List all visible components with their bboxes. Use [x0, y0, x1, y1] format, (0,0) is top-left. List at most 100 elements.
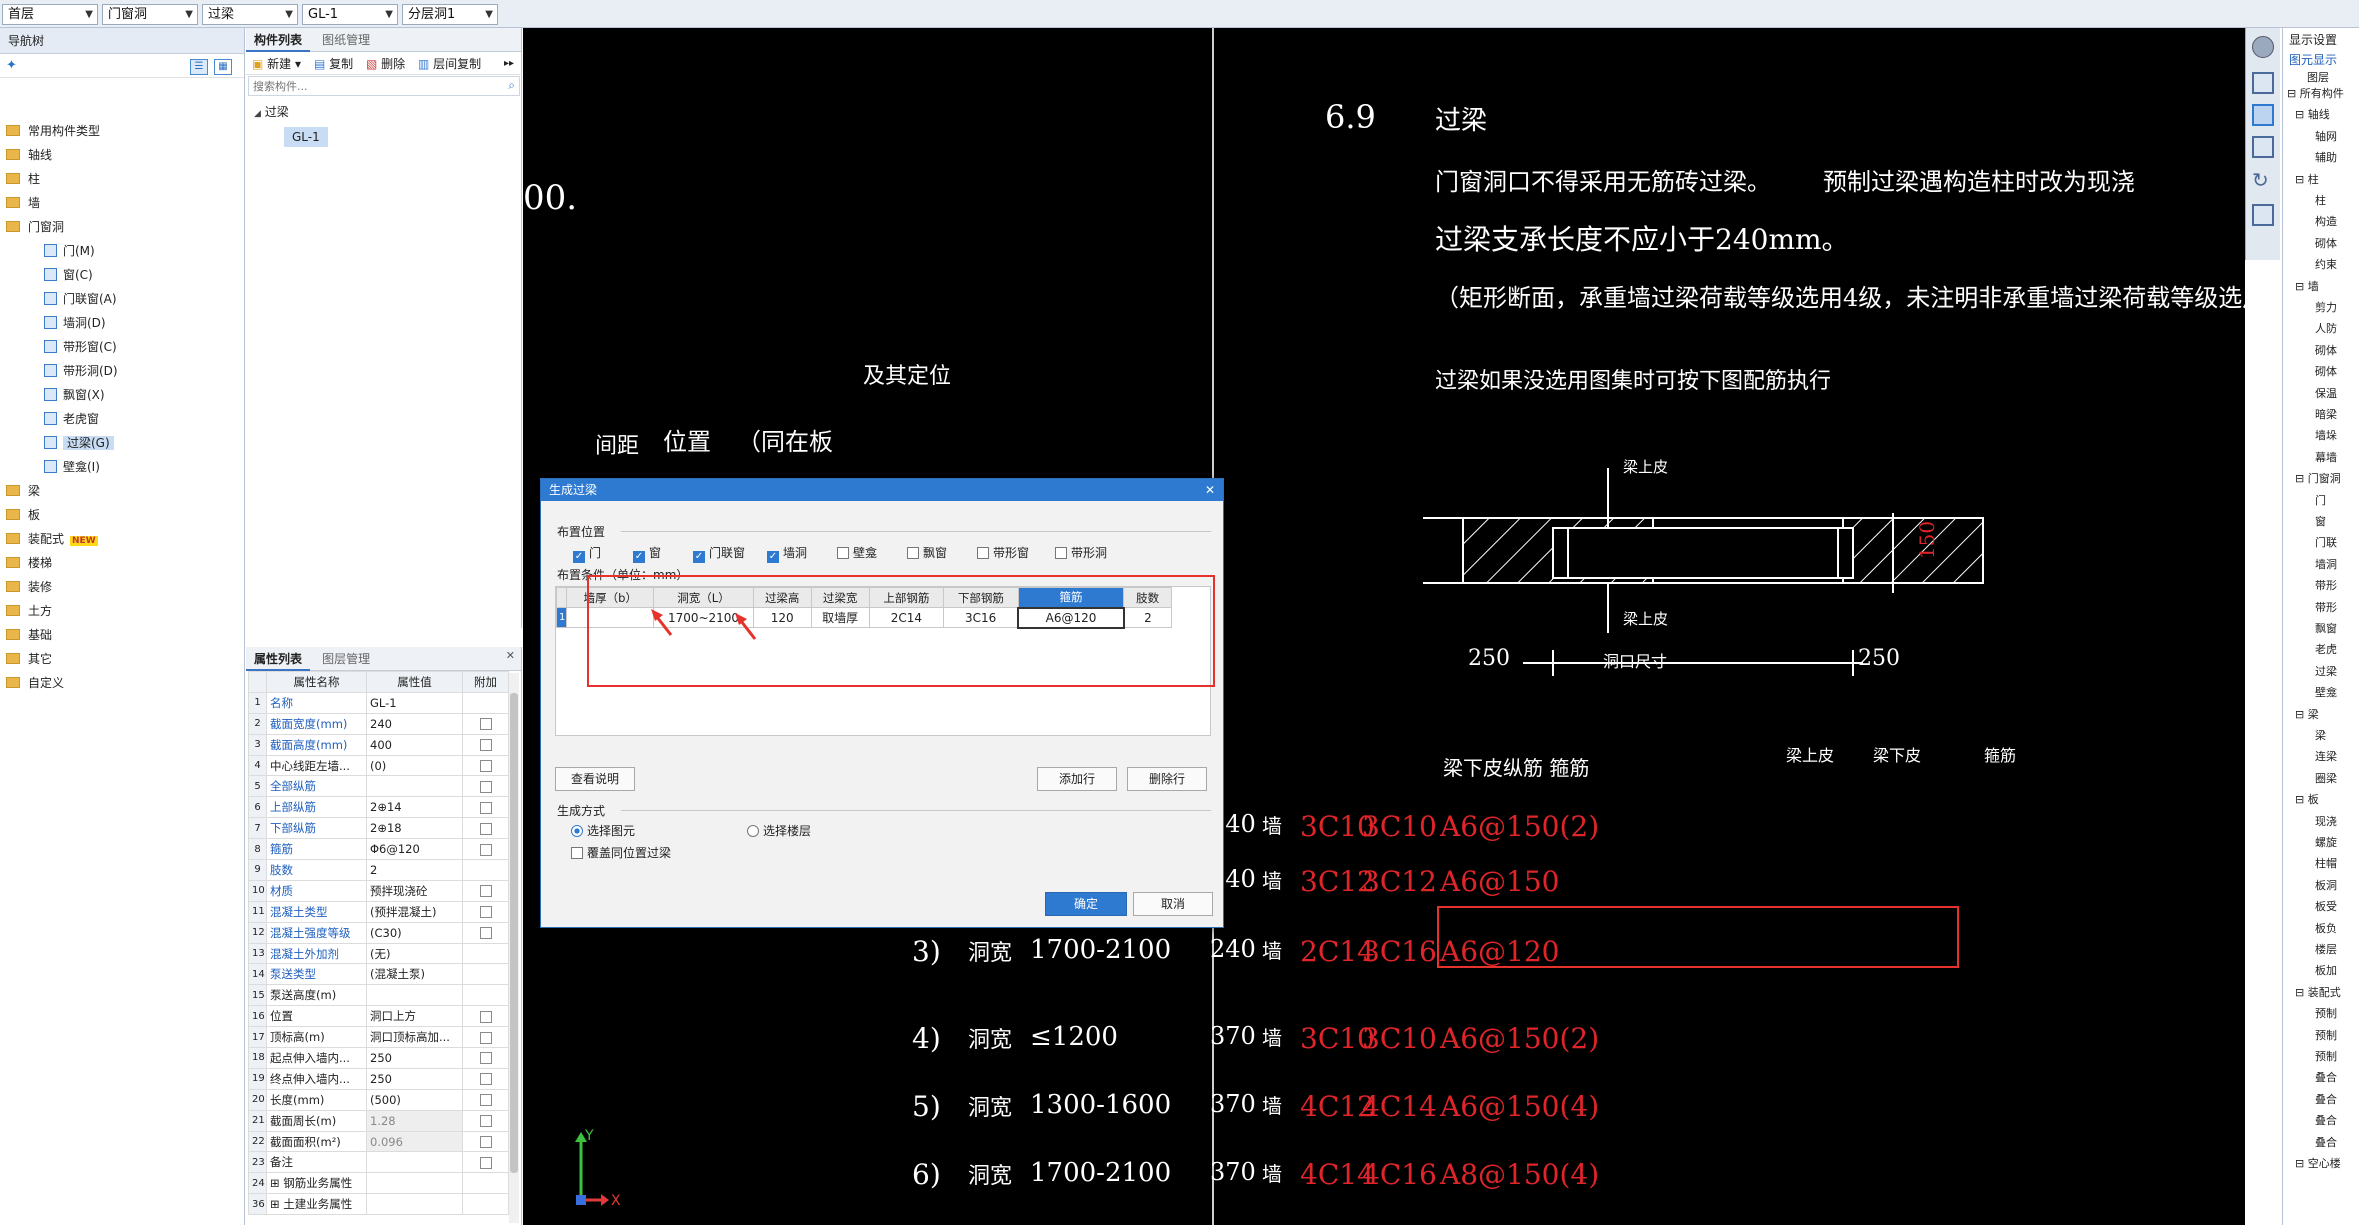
floor-copy-button[interactable]: ▥ 层间复制	[418, 53, 481, 75]
tab-element-display[interactable]: 图元显示	[2289, 52, 2337, 68]
view-top-icon[interactable]	[2252, 104, 2274, 126]
nav-item[interactable]: 门窗洞	[6, 216, 64, 238]
property-value[interactable]: 预拌现浇砼	[366, 879, 463, 902]
property-row[interactable]: 15 泵送高度(m)	[248, 984, 509, 1007]
layer-item[interactable]: 预制	[2315, 1028, 2337, 1044]
floor-select[interactable]: 首层 ▼	[2, 4, 98, 25]
layer-item[interactable]: 墙垛	[2315, 428, 2337, 444]
position-option[interactable]: 飘窗	[907, 546, 947, 560]
property-row[interactable]: 1 名称 GL-1	[248, 691, 509, 714]
property-row[interactable]: 11 混凝土类型 (预拌混凝土)	[248, 900, 509, 923]
property-row[interactable]: 24 ⊞ 钢筋业务属性	[248, 1172, 509, 1195]
position-option[interactable]: 带形洞	[1055, 546, 1107, 560]
tab-layer-manage[interactable]: 图层管理	[314, 647, 378, 671]
nav-item[interactable]: 带形洞(D)	[44, 360, 118, 382]
property-value[interactable]	[366, 775, 463, 798]
layer-item[interactable]: 螺旋	[2315, 835, 2337, 851]
layer-item[interactable]: 柱	[2315, 193, 2326, 209]
layer-item[interactable]: 门	[2315, 493, 2326, 509]
collapse-icon[interactable]: ⊟	[2295, 280, 2308, 293]
collapse-icon[interactable]: ⊟	[2295, 472, 2308, 485]
component-select[interactable]: GL-1 ▼	[302, 4, 398, 25]
property-row[interactable]: 2 截面宽度(mm) 240	[248, 712, 509, 735]
property-value[interactable]: Φ6@120	[366, 838, 463, 861]
property-value[interactable]: 1.28	[366, 1109, 463, 1132]
property-value[interactable]: 250	[366, 1067, 463, 1090]
checkbox-icon[interactable]	[479, 739, 492, 752]
property-value[interactable]: 2⊕18	[366, 817, 463, 840]
property-row[interactable]: 8 箍筋 Φ6@120	[248, 838, 509, 861]
collapse-icon[interactable]: ⊟	[2295, 108, 2308, 121]
nav-item[interactable]: 门联窗(A)	[44, 288, 117, 310]
property-row[interactable]: 16 位置 洞口上方	[248, 1005, 509, 1028]
layer-item[interactable]: 梁	[2315, 728, 2326, 744]
property-value[interactable]: (C30)	[366, 921, 463, 944]
position-option[interactable]: ✓ 门联窗	[693, 546, 745, 563]
nav-item[interactable]: 常用构件类型	[6, 120, 100, 142]
property-value[interactable]: (混凝土泵)	[366, 963, 463, 986]
layer-item[interactable]: 柱帽	[2315, 856, 2337, 872]
layer-item[interactable]: 带形	[2315, 578, 2337, 594]
layer-item[interactable]: 预制	[2315, 1006, 2337, 1022]
layer-item[interactable]: ⊟ 轴线	[2295, 107, 2330, 123]
property-value[interactable]: (500)	[366, 1088, 463, 1111]
layer-item[interactable]: 带形	[2315, 600, 2337, 616]
tab-component-list[interactable]: 构件列表	[246, 28, 311, 52]
checkbox-icon[interactable]	[479, 1031, 492, 1044]
collapse-icon[interactable]: ◢	[254, 109, 261, 119]
nav-item[interactable]: 带形窗(C)	[44, 336, 117, 358]
property-scrollbar[interactable]	[509, 673, 519, 1223]
nav-item[interactable]: 飘窗(X)	[44, 384, 105, 406]
more-icon[interactable]: ▸▸	[504, 53, 514, 75]
checkbox-icon[interactable]	[479, 1010, 492, 1023]
checkbox-icon[interactable]	[479, 760, 492, 772]
expand-icon[interactable]: ⊞	[270, 1197, 283, 1211]
collapse-icon[interactable]: ⊟	[2295, 173, 2308, 186]
layer-item[interactable]: 叠合	[2315, 1135, 2337, 1151]
property-row[interactable]: 21 截面周长(m) 1.28	[248, 1109, 509, 1132]
checkbox-icon[interactable]	[479, 1115, 492, 1128]
layer-item[interactable]: ⊟ 柱	[2295, 172, 2319, 188]
collapse-icon[interactable]: ⊟	[2295, 793, 2308, 806]
layer-item[interactable]: ⊟ 梁	[2295, 707, 2319, 723]
layer-item[interactable]: 轴网	[2315, 129, 2337, 145]
nav-item[interactable]: 壁龛(I)	[44, 456, 100, 478]
rotate-icon[interactable]: ↻	[2252, 170, 2274, 192]
list-view-icon[interactable]: ☰	[190, 59, 208, 75]
expand-icon[interactable]: ⊞	[270, 1176, 283, 1190]
layer-item[interactable]: 门联	[2315, 535, 2337, 551]
property-row[interactable]: 14 泵送类型 (混凝土泵)	[248, 963, 509, 986]
tree-item-gl1[interactable]: GL-1	[284, 127, 328, 147]
layer-item[interactable]: 构造	[2315, 214, 2337, 230]
layer-item[interactable]: ⊟ 装配式	[2295, 985, 2341, 1001]
property-value[interactable]: 400	[366, 733, 463, 756]
nav-item[interactable]: 门(M)	[44, 240, 95, 262]
close-icon[interactable]: ✕	[1205, 479, 1215, 501]
property-value[interactable]: 2	[366, 859, 463, 881]
property-row[interactable]: 18 起点伸入墙内... 250	[248, 1047, 509, 1069]
view-explanation-button[interactable]: 查看说明	[555, 767, 635, 791]
property-row[interactable]: 17 顶标高(m) 洞口顶标高加...	[248, 1026, 509, 1049]
checkbox-icon[interactable]	[479, 718, 492, 731]
property-row[interactable]: 6 上部纵筋 2⊕14	[248, 796, 509, 819]
position-option[interactable]: 壁龛	[837, 546, 877, 560]
layer-item[interactable]: 砌体	[2315, 343, 2337, 359]
add-row-button[interactable]: 添加行	[1037, 767, 1117, 791]
property-row[interactable]: 19 终点伸入墙内... 250	[248, 1067, 509, 1090]
layer-item[interactable]: 预制	[2315, 1049, 2337, 1065]
copy-button[interactable]: ▤ 复制	[314, 53, 353, 75]
component-search-input[interactable]	[249, 77, 489, 95]
nav-item[interactable]: 老虎窗	[44, 408, 99, 430]
checkbox-icon[interactable]	[479, 1073, 492, 1086]
property-row[interactable]: 5 全部纵筋	[248, 775, 509, 798]
section-icon[interactable]	[2252, 204, 2274, 226]
layer-item[interactable]: 老虎	[2315, 642, 2337, 658]
radio-select-element[interactable]: 选择图元	[571, 824, 635, 838]
layer-select[interactable]: 分层洞1 ▼	[402, 4, 498, 25]
nav-item[interactable]: 过梁(G)	[44, 432, 114, 454]
layer-item[interactable]: 板负	[2315, 921, 2337, 937]
checkbox-icon[interactable]	[479, 1156, 492, 1169]
property-value[interactable]	[366, 1172, 463, 1195]
layer-item[interactable]: 幕墙	[2315, 450, 2337, 466]
view-front-icon[interactable]	[2252, 136, 2274, 158]
